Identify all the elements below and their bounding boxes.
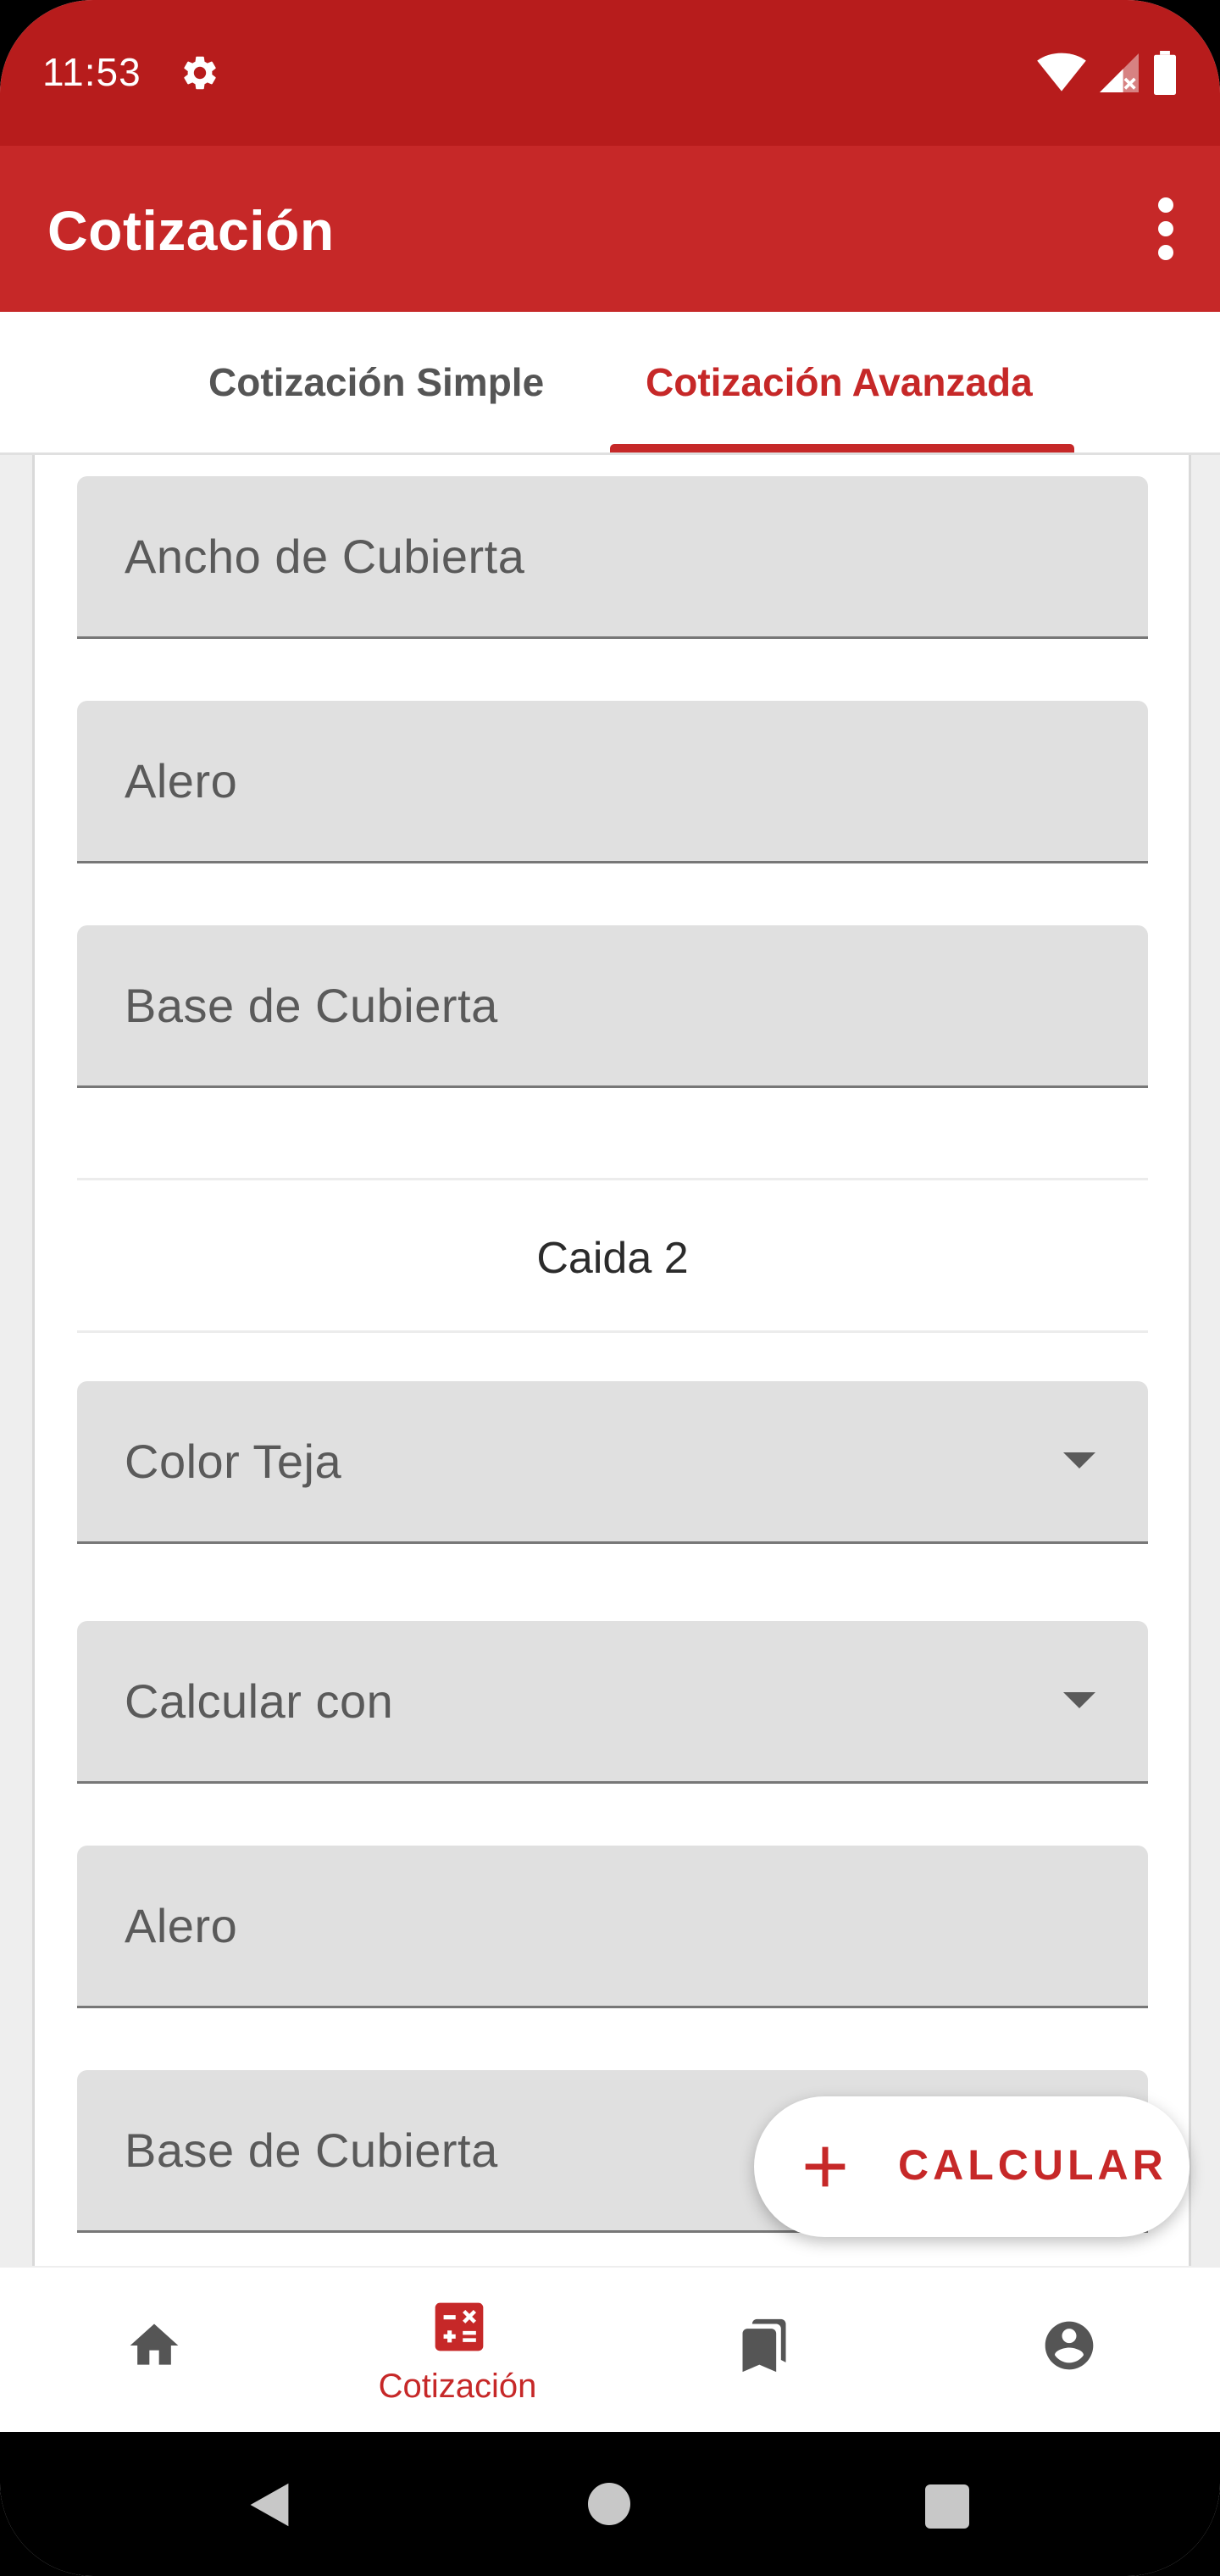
field-label: Color Teja [125, 1435, 342, 1488]
calculator-icon [435, 2302, 484, 2351]
back-icon[interactable] [246, 2481, 293, 2529]
alero-field-caida-2[interactable]: Alero [77, 1846, 1148, 2008]
status-icons [1037, 51, 1178, 95]
nav-item-account[interactable] [915, 2268, 1220, 2434]
tab-bar: Cotización Simple Cotización Avanzada [0, 312, 1220, 455]
app-bar: Cotización [0, 146, 1220, 312]
scroll-content[interactable]: Ancho de Cubierta Alero Base de Cubierta… [0, 455, 1220, 2266]
tab-indicator [610, 444, 1074, 452]
fab-label: CALCULAR [898, 2141, 1167, 2189]
battery-icon [1154, 51, 1176, 95]
field-label: Ancho de Cubierta [125, 530, 525, 583]
bookmarks-icon [742, 2318, 786, 2373]
alero-field[interactable]: Alero [77, 701, 1148, 863]
nav-item-bookmarks[interactable] [610, 2268, 915, 2434]
calcular-con-dropdown[interactable]: Calcular con [77, 1621, 1148, 1784]
color-teja-dropdown[interactable]: Color Teja [77, 1381, 1148, 1544]
field-label: Base de Cubierta [125, 2124, 498, 2177]
nav-label-cotizacion: Cotización [378, 2368, 537, 2405]
page-title: Cotización [47, 199, 335, 262]
calcular-fab[interactable]: CALCULAR [754, 2096, 1190, 2237]
status-bar: 11:53 [0, 0, 1220, 146]
home-button[interactable] [588, 2483, 630, 2525]
ancho-de-cubierta-field[interactable]: Ancho de Cubierta [77, 476, 1148, 639]
plus-icon [805, 2146, 846, 2187]
system-navigation-bar [0, 2432, 1220, 2576]
section-title: Caida 2 [536, 1234, 689, 1283]
wifi-icon [1037, 53, 1086, 92]
tab-cotizacion-avanzada[interactable]: Cotización Avanzada [646, 359, 1033, 405]
signal-icon [1100, 53, 1139, 92]
nav-item-home[interactable] [0, 2268, 305, 2434]
gear-icon [184, 56, 216, 90]
bottom-navigation: Cotización [0, 2266, 1220, 2434]
phone-screen: 11:53 Cotización Cotización Simple Cotiz… [0, 0, 1220, 2576]
nav-item-cotizacion[interactable]: Cotización [305, 2268, 610, 2434]
dropdown-arrow-icon [1063, 1452, 1095, 1468]
more-vert-icon[interactable] [1145, 195, 1186, 263]
section-divider [77, 1330, 1148, 1333]
home-icon [130, 2323, 179, 2365]
account-icon [1045, 2321, 1094, 2370]
section-divider [77, 1178, 1148, 1180]
dropdown-arrow-icon [1063, 1692, 1095, 1708]
field-label: Alero [125, 754, 238, 808]
field-label: Calcular con [125, 1674, 394, 1728]
status-time: 11:53 [42, 50, 141, 94]
tab-cotizacion-simple[interactable]: Cotización Simple [208, 359, 544, 405]
base-de-cubierta-field[interactable]: Base de Cubierta [77, 925, 1148, 1088]
field-label: Base de Cubierta [125, 979, 498, 1032]
form-card: Ancho de Cubierta Alero Base de Cubierta… [32, 455, 1191, 2266]
recents-button[interactable] [925, 2484, 969, 2529]
field-label: Alero [125, 1899, 238, 1952]
